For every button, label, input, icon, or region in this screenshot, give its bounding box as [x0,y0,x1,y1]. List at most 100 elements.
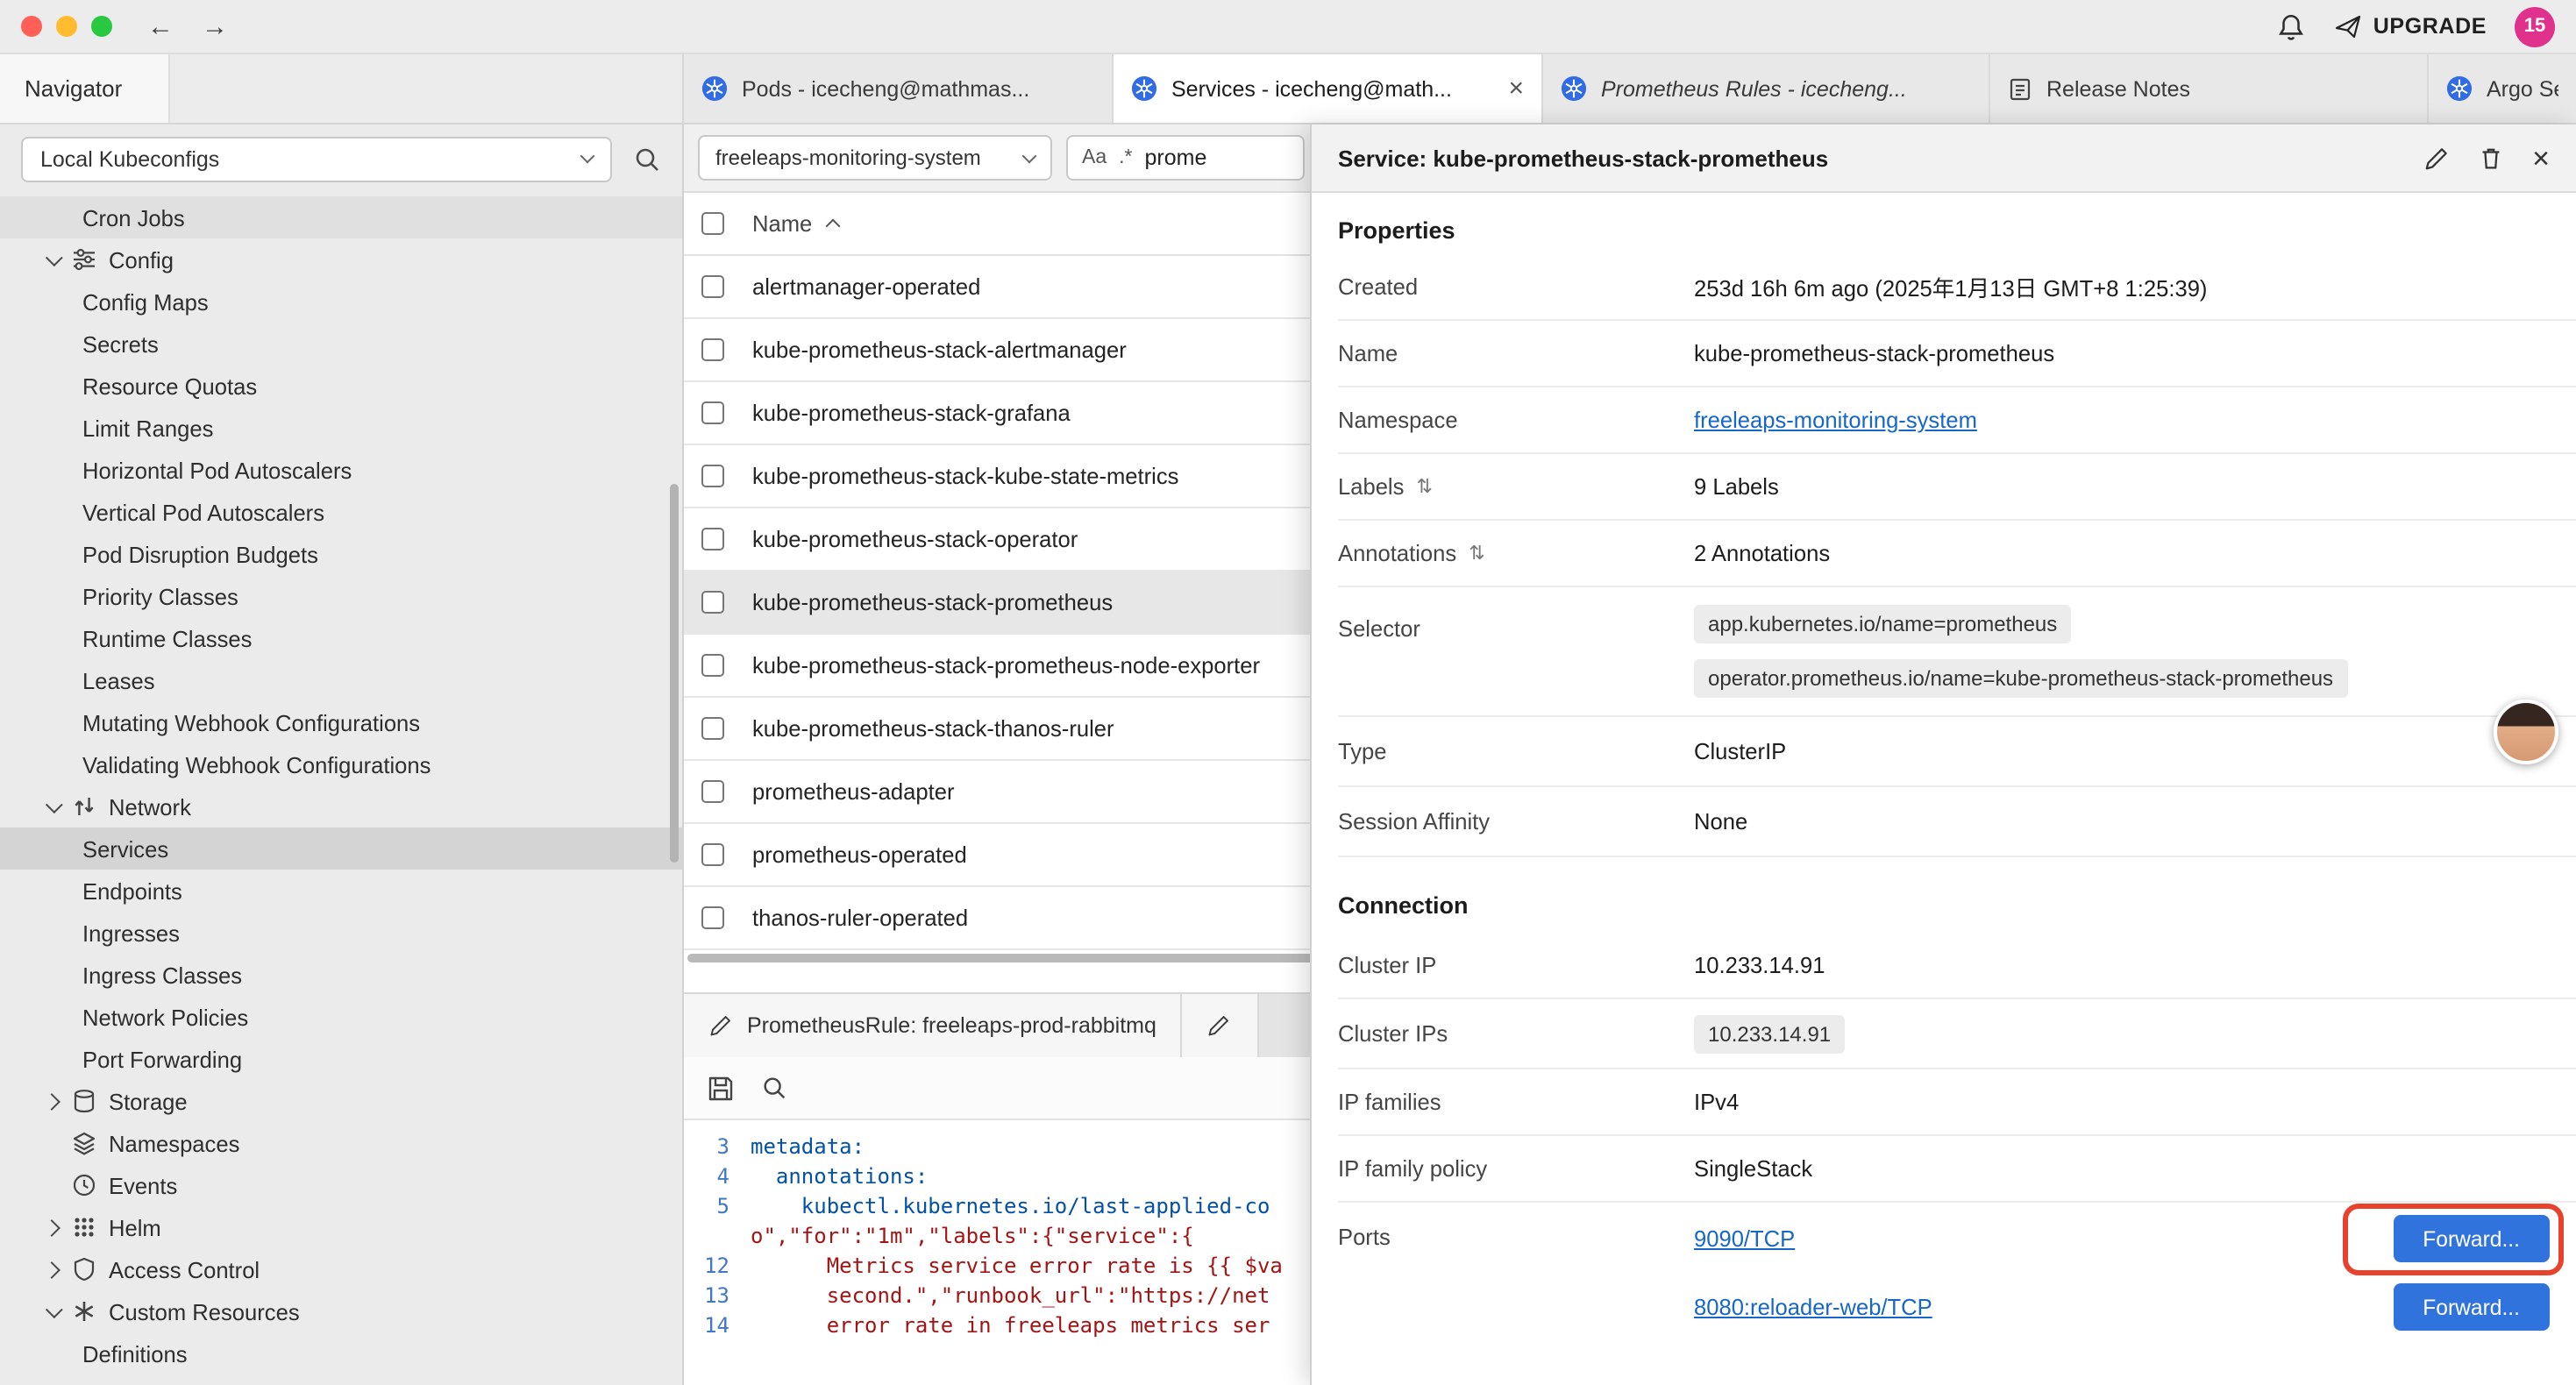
annotations-row: Annotations⇅ 2 Annotations [1338,521,2576,587]
notifications-bell-icon[interactable] [2277,11,2307,41]
sidebar-item-services[interactable]: Services [0,827,682,870]
forward-button[interactable]: Forward... [2393,1215,2550,1262]
row-checkbox[interactable] [701,843,724,866]
sidebar-item-runtime-classes[interactable]: Runtime Classes [0,617,682,659]
chevron-right-icon [42,1095,60,1107]
tab-release-notes[interactable]: Release Notes [1990,54,2429,123]
rocket-icon [2335,12,2363,40]
row-checkbox[interactable] [701,780,724,803]
edit-pencil-icon[interactable] [2423,145,2450,171]
row-checkbox[interactable] [701,275,724,298]
close-panel-icon[interactable]: × [2532,143,2550,173]
row-checkbox[interactable] [701,338,724,361]
sidebar-item-priority-classes[interactable]: Priority Classes [0,575,682,617]
sidebar-item-network[interactable]: Network [0,785,682,827]
forward-button[interactable]: Forward... [2393,1283,2550,1331]
labels-value: 9 Labels [1694,473,1779,500]
tab-label: Argo Se [2487,76,2558,101]
sidebar-item-storage[interactable]: Storage [0,1080,682,1122]
sidebar-item-vertical-pod-autoscalers[interactable]: Vertical Pod Autoscalers [0,491,682,533]
editor-search-icon[interactable] [761,1075,787,1101]
sidebar-item-pod-disruption-budgets[interactable]: Pod Disruption Budgets [0,533,682,575]
navigator-title: Navigator [25,75,122,102]
delete-trash-icon[interactable] [2478,145,2504,171]
sidebar-item-horizontal-pod-autoscalers[interactable]: Horizontal Pod Autoscalers [0,449,682,491]
sidebar-item-cron-jobs[interactable]: Cron Jobs [0,196,682,238]
name-column-header[interactable]: Name [752,210,812,237]
row-checkbox[interactable] [701,654,724,677]
tab-label: Prometheus Rules - icecheng... [1601,76,1971,101]
tab-label: Pods - icecheng@mathmas... [742,76,1094,101]
namespace-link[interactable]: freeleaps-monitoring-system [1694,407,1977,433]
sidebar-item-port-forwarding[interactable]: Port Forwarding [0,1038,682,1080]
row-checkbox[interactable] [701,717,724,740]
row-checkbox[interactable] [701,591,724,614]
maximize-window-button[interactable] [91,16,112,37]
sidebar-item-leases[interactable]: Leases [0,659,682,701]
row-checkbox[interactable] [701,528,724,550]
type-label: Type [1338,738,1694,764]
tab-bar: Navigator Pods - icecheng@mathmas... Ser… [0,54,2576,124]
line-number: 13 [684,1282,751,1311]
notification-count-badge[interactable]: 15 [2515,6,2555,46]
row-checkbox[interactable] [701,465,724,487]
code-line: kubectl.kubernetes.io/last-applied-co [751,1192,1270,1222]
sidebar-item-endpoints[interactable]: Endpoints [0,870,682,912]
row-checkbox[interactable] [701,401,724,424]
sidebar-search-icon[interactable] [633,145,661,173]
row-checkbox[interactable] [701,906,724,929]
select-all-checkbox[interactable] [701,212,724,235]
forward-arrow-icon[interactable]: → [202,11,228,41]
namespace-select[interactable]: freeleaps-monitoring-system [698,135,1052,181]
sidebar-item-namespaces[interactable]: Namespaces [0,1122,682,1164]
sort-ascending-icon[interactable] [826,219,841,234]
sidebar-item-secrets[interactable]: Secrets [0,323,682,365]
sidebar-scrollbar-thumb[interactable] [670,484,679,863]
sidebar-item-definitions[interactable]: Definitions [0,1332,682,1374]
sidebar-item-validating-webhook-configurations[interactable]: Validating Webhook Configurations [0,743,682,785]
cluster-ips-badge: 10.233.14.91 [1694,1014,1845,1053]
line-number: 4 [684,1162,751,1192]
save-icon[interactable] [707,1074,735,1102]
upgrade-button[interactable]: UPGRADE [2335,12,2487,40]
ip-families-label: IP families [1338,1089,1694,1115]
sidebar-item-ingresses[interactable]: Ingresses [0,912,682,954]
kubeconfig-select[interactable]: Local Kubeconfigs [21,136,612,181]
sidebar-item-config[interactable]: Config [0,238,682,281]
sidebar-item-events[interactable]: Events [0,1164,682,1206]
clock-icon [72,1173,96,1197]
sidebar-item-custom-resources[interactable]: Custom Resources [0,1290,682,1332]
labels-row: Labels⇅ 9 Labels [1338,454,2576,521]
sidebar-item-ingress-classes[interactable]: Ingress Classes [0,954,682,996]
sidebar-item-resource-quotas[interactable]: Resource Quotas [0,365,682,407]
sidebar-item-helm[interactable]: Helm [0,1206,682,1248]
sidebar-item-limit-ranges[interactable]: Limit Ranges [0,407,682,449]
navigator-header: Navigator [0,54,684,123]
tab-pods[interactable]: Pods - icecheng@mathmas... [684,54,1114,123]
user-avatar[interactable] [2494,700,2558,764]
tab-argo[interactable]: Argo Se [2429,54,2576,123]
sidebar-item-mutating-webhook-configurations[interactable]: Mutating Webhook Configurations [0,701,682,743]
expand-icon[interactable]: ⇅ [1469,542,1484,565]
back-arrow-icon[interactable]: ← [147,11,174,41]
minimize-window-button[interactable] [56,16,77,37]
regex-toggle[interactable]: .* [1119,147,1132,168]
sidebar-item-network-policies[interactable]: Network Policies [0,996,682,1038]
tab-services[interactable]: Services - icecheng@math... × [1114,54,1543,123]
chevron-down-icon [42,1305,60,1318]
editor-tab-partial[interactable] [1183,994,1260,1057]
table-search-input[interactable] [1145,146,1290,170]
match-case-toggle[interactable]: Aa [1082,147,1107,168]
sidebar-item-config-maps[interactable]: Config Maps [0,281,682,323]
close-tab-icon[interactable]: × [1508,75,1524,102]
tab-prometheus-rules[interactable]: Prometheus Rules - icecheng... [1543,54,1990,123]
kubernetes-icon [2446,75,2473,102]
upgrade-label: UPGRADE [2373,14,2487,39]
port-link[interactable]: 9090/TCP [1694,1225,1795,1252]
sidebar-item-access-control[interactable]: Access Control [0,1248,682,1290]
expand-icon[interactable]: ⇅ [1416,475,1432,498]
port-link[interactable]: 8080:reloader-web/TCP [1694,1294,1932,1320]
navigator-tab[interactable]: Navigator [0,54,169,123]
editor-tab-prometheusrule[interactable]: PrometheusRule: freeleaps-prod-rabbitmq [684,994,1183,1057]
close-window-button[interactable] [21,16,42,37]
